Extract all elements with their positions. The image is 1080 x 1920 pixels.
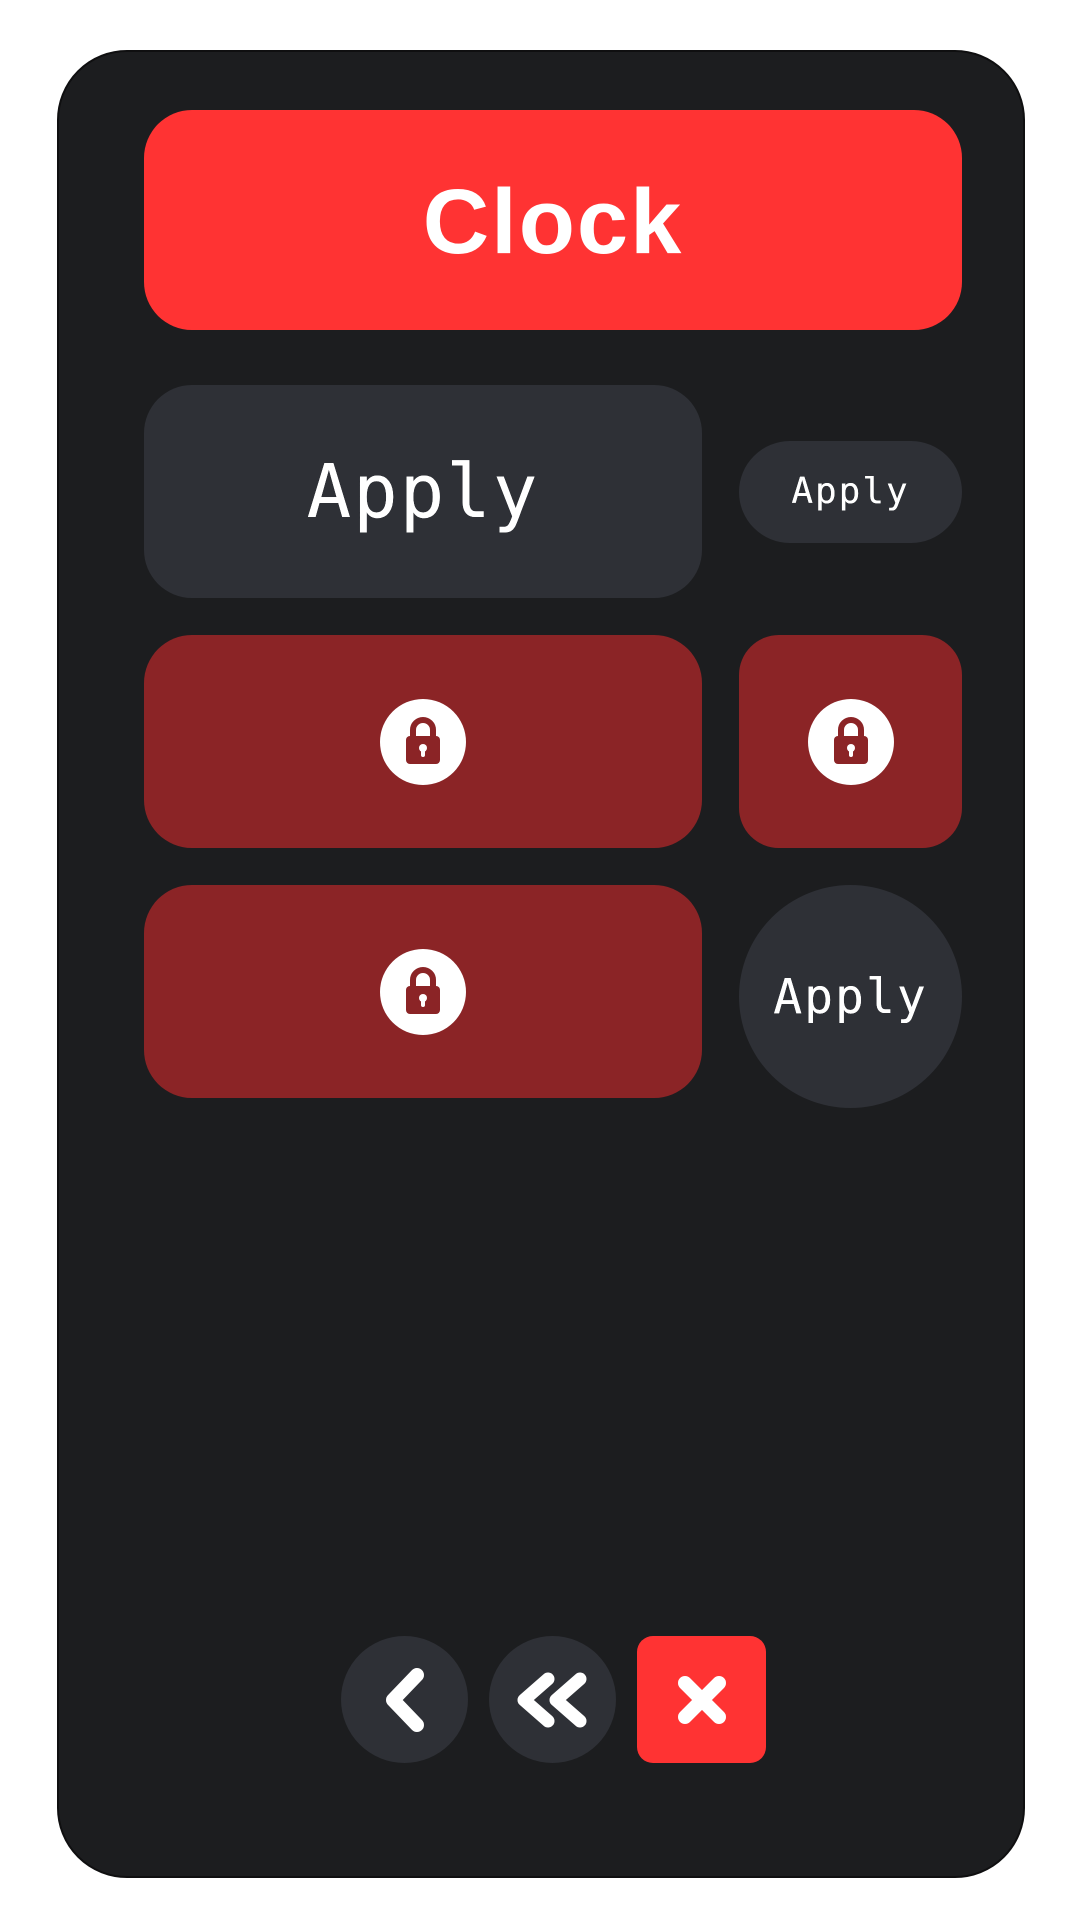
lock-icon (380, 698, 466, 785)
lock-icon (380, 948, 466, 1035)
back-button[interactable] (341, 1636, 468, 1763)
header-bar: Clock (144, 110, 962, 330)
apply-label: Apply (791, 471, 910, 512)
close-icon (677, 1675, 726, 1724)
device-frame: Clock Apply Apply Apply (57, 50, 1025, 1878)
apply-button-small[interactable]: Apply (739, 441, 962, 543)
double-chevron-left-icon (517, 1672, 586, 1727)
page-title: Clock (422, 171, 684, 273)
apply-button-large[interactable]: Apply (144, 385, 702, 598)
apply-button-circle[interactable]: Apply (739, 885, 962, 1108)
apply-label: Apply (773, 968, 928, 1025)
locked-button-square[interactable] (739, 635, 962, 848)
rewind-button[interactable] (489, 1636, 616, 1763)
locked-button-wide-2[interactable] (144, 885, 702, 1098)
chevron-left-icon (385, 1667, 424, 1732)
close-button[interactable] (637, 1636, 766, 1763)
apply-label: Apply (306, 448, 540, 535)
lock-icon (807, 698, 894, 785)
locked-button-wide[interactable] (144, 635, 702, 848)
